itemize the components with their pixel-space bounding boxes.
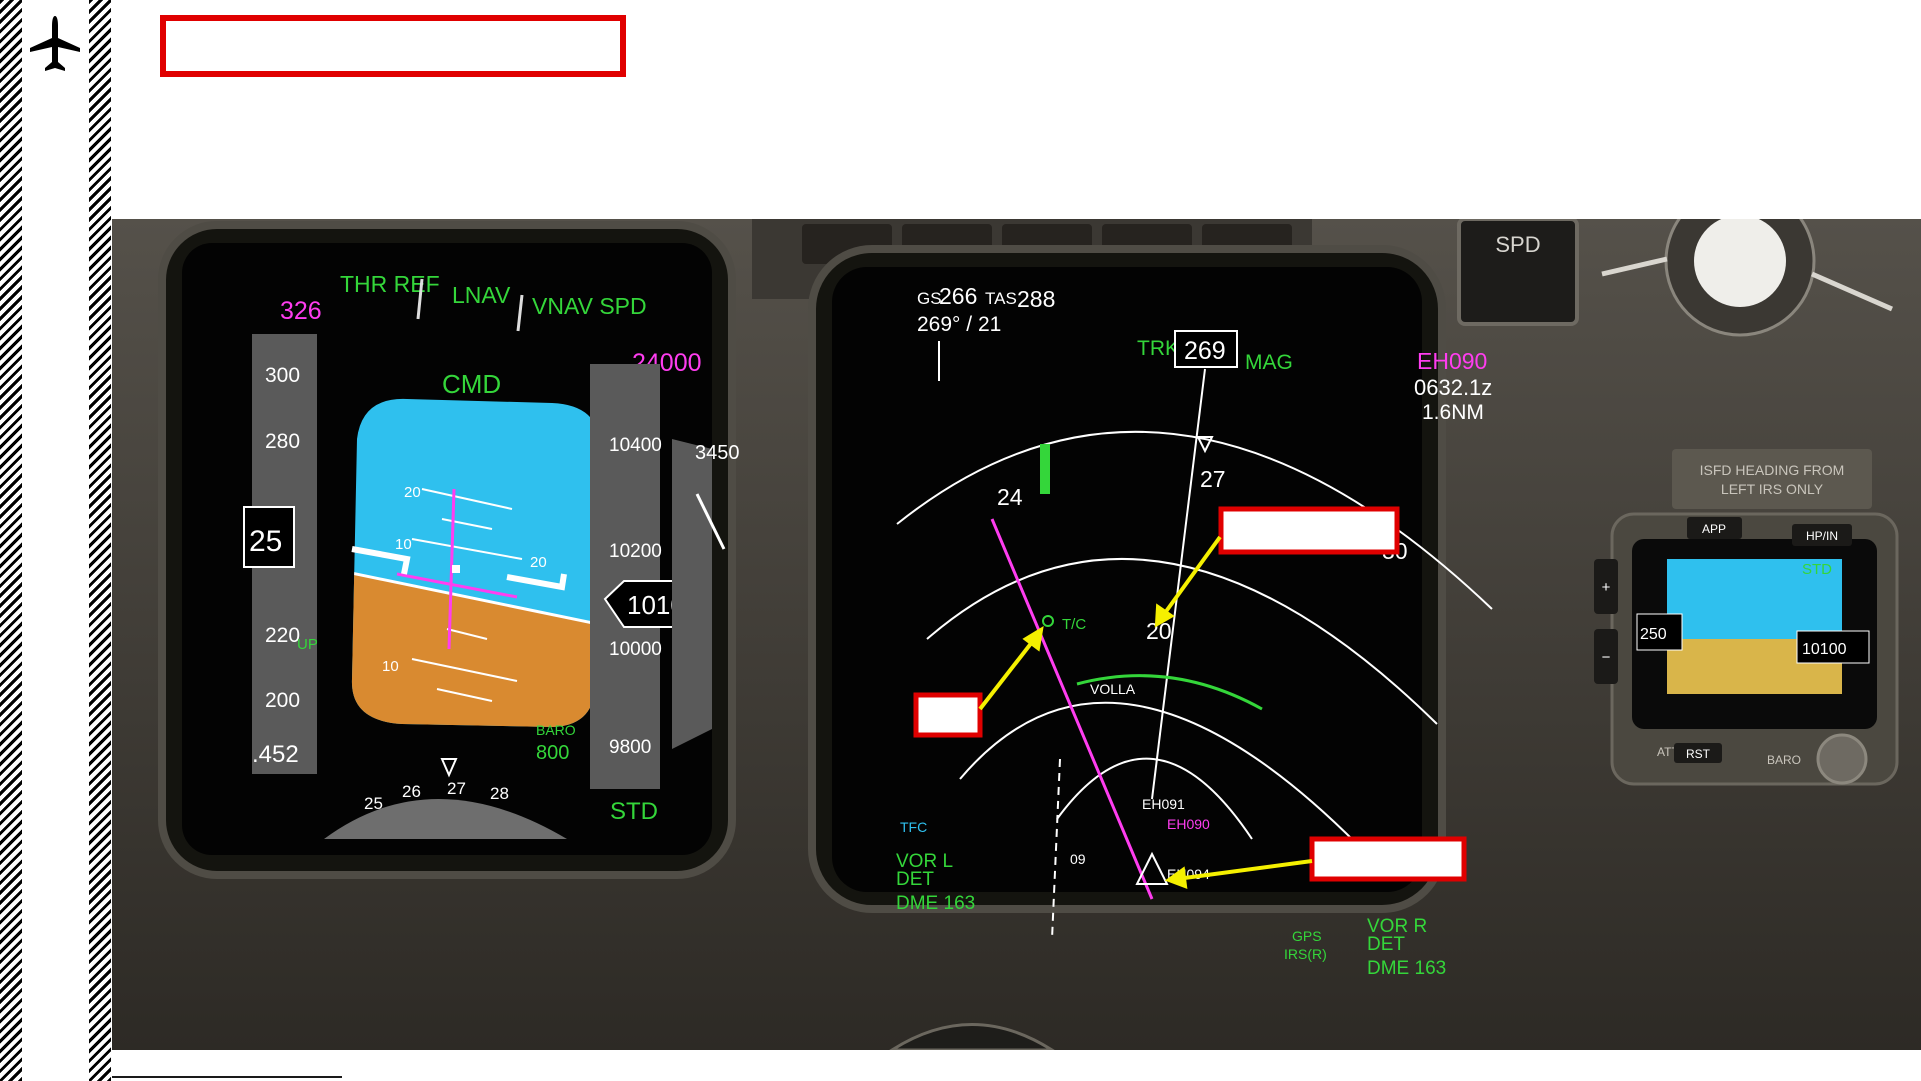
svg-text:APP: APP <box>1702 522 1726 536</box>
bottom-strip <box>112 1050 1921 1081</box>
speed-readout: 25 <box>243 506 295 568</box>
distance-value: 1.6NM <box>1422 401 1484 424</box>
caption-rule <box>112 1076 342 1078</box>
autopilot-mode: CMD <box>442 369 501 399</box>
callout-box-b <box>913 692 983 738</box>
sidebar <box>0 0 112 1081</box>
speed-tape-label: 280 <box>265 430 300 453</box>
fma-vnav-spd: VNAV SPD <box>532 293 647 319</box>
gps-label: GPS <box>1292 928 1322 944</box>
isfd-baro-knob[interactable] <box>1816 733 1868 785</box>
svg-text:HP/IN: HP/IN <box>1806 529 1838 543</box>
isfd-minus-button[interactable]: − <box>1594 629 1618 684</box>
isfd-placard: ISFD HEADING FROM LEFT IRS ONLY <box>1672 449 1872 509</box>
isfd-speed: 250 <box>1640 626 1667 643</box>
baro-label: BARO <box>536 722 576 738</box>
tfc-label: TFC <box>900 819 927 835</box>
gs-label: GS <box>917 289 942 308</box>
fma-thr-ref: THR REF <box>340 271 440 297</box>
wind-value: 269° / 21 <box>917 313 1001 336</box>
speed-tape-label: 220 <box>265 624 300 647</box>
callout-box-c <box>1309 836 1467 882</box>
svg-text:25: 25 <box>249 525 282 558</box>
cockpit-photo: SPD THR REF LNAV VNAV SPD 326 24000 300 … <box>112 219 1921 1050</box>
isfd-instrument: STD 250 10100 APP HP/IN + − ATT RST BARO <box>1594 512 1899 786</box>
runway-label: 09 <box>1070 851 1086 867</box>
mach-value: .452 <box>252 741 299 768</box>
airplane-icon <box>30 16 80 71</box>
svg-text:LEFT IRS ONLY: LEFT IRS ONLY <box>1721 481 1824 497</box>
vertical-speed-value: 3450 <box>695 442 740 464</box>
tc-label: T/C <box>1062 616 1086 633</box>
tas-label: TAS <box>985 289 1017 308</box>
isfd-hpin-button[interactable]: HP/IN <box>1792 524 1852 546</box>
vor-r-det: DET <box>1367 934 1405 955</box>
svg-text:−: − <box>1602 649 1611 666</box>
pitch-label: 10 <box>382 658 399 675</box>
alt-tape-label: 10200 <box>609 541 662 562</box>
baro-value: 800 <box>536 742 569 764</box>
compass-label: 27 <box>1200 466 1226 492</box>
vor-l-dme: DME 163 <box>896 893 975 914</box>
eta-value: 0632.1z <box>1414 375 1492 400</box>
svg-text:SPD: SPD <box>1495 232 1540 257</box>
vor-r-dme: DME 163 <box>1367 958 1446 979</box>
speed-bug-value: 326 <box>280 297 322 325</box>
speed-tape-label: 300 <box>265 364 300 387</box>
gs-value: 266 <box>939 283 977 309</box>
heading-label: 26 <box>402 782 421 801</box>
heading-label: 25 <box>364 794 383 813</box>
sidebar-hatch-right <box>89 0 111 1081</box>
flap-up-label: UP <box>297 636 318 653</box>
attitude-indicator: 20 10 20 10 <box>351 398 600 727</box>
fma-lnav: LNAV <box>452 282 511 308</box>
alt-tape-label: 9800 <box>609 737 651 758</box>
svg-text:ISFD HEADING FROM: ISFD HEADING FROM <box>1700 462 1845 478</box>
pitch-label: 10 <box>395 536 412 553</box>
std-label: STD <box>610 798 658 825</box>
tas-value: 288 <box>1017 286 1055 312</box>
svg-text:+: + <box>1602 579 1611 596</box>
mag-label: MAG <box>1245 351 1293 374</box>
fix-label-active: EH090 <box>1167 816 1210 832</box>
spd-button[interactable]: SPD <box>1457 219 1579 326</box>
svg-text:269: 269 <box>1184 337 1226 365</box>
callout-box-a <box>1218 506 1400 555</box>
isfd-plus-button[interactable]: + <box>1594 559 1618 614</box>
alt-tape-label: 10400 <box>609 435 662 456</box>
isfd-baro-label: BARO <box>1767 753 1801 767</box>
isfd-rst-button[interactable]: RST <box>1674 743 1722 763</box>
page-title-box <box>160 15 626 77</box>
trk-label: TRK <box>1137 337 1179 360</box>
sidebar-hatch-left <box>0 0 22 1081</box>
track-readout: 269 <box>1174 330 1238 368</box>
svg-text:RST: RST <box>1686 747 1711 761</box>
irs-label: IRS(R) <box>1284 946 1327 962</box>
pitch-label: 20 <box>404 484 421 501</box>
vor-l-det: DET <box>896 869 934 890</box>
speed-tape-label: 200 <box>265 689 300 712</box>
alt-tape-label: 10000 <box>609 639 662 660</box>
heading-bug <box>1040 444 1050 494</box>
isfd-std-label: STD <box>1802 561 1832 578</box>
fix-label: EH091 <box>1142 796 1185 812</box>
pfd-display: THR REF LNAV VNAV SPD 326 24000 300 280 … <box>158 221 740 879</box>
heading-label: 27 <box>447 779 466 798</box>
pitch-label: 20 <box>530 554 547 571</box>
fix-label: VOLLA <box>1090 681 1136 697</box>
isfd-app-button[interactable]: APP <box>1687 517 1742 539</box>
altitude-tape <box>590 364 660 789</box>
compass-label: 24 <box>997 484 1023 510</box>
heading-label: 28 <box>490 784 509 803</box>
vertical-speed-indicator <box>672 439 712 749</box>
next-waypoint: EH090 <box>1417 348 1487 374</box>
isfd-alt: 10100 <box>1802 641 1847 658</box>
